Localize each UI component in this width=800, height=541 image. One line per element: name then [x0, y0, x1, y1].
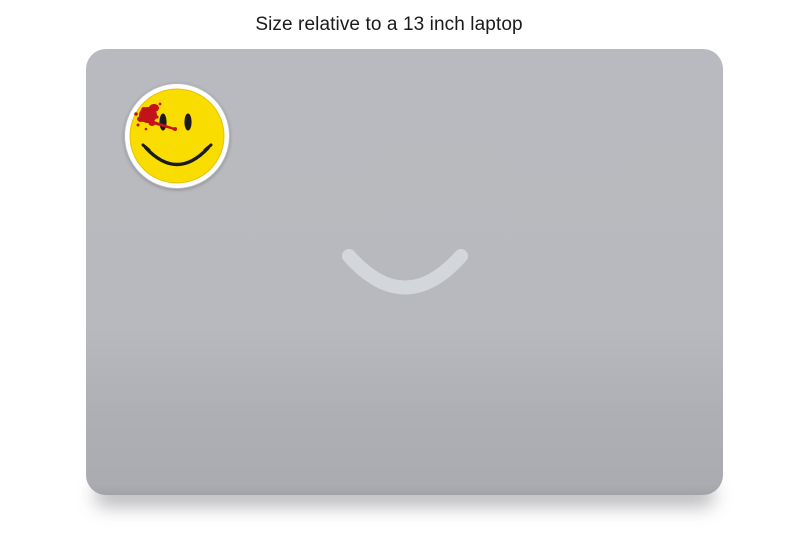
laptop — [86, 49, 723, 507]
bloodied-smiley-icon — [125, 84, 229, 188]
smile-logo-icon — [342, 249, 468, 295]
laptop-lid — [86, 49, 723, 495]
size-caption: Size relative to a 13 inch laptop — [255, 14, 523, 35]
